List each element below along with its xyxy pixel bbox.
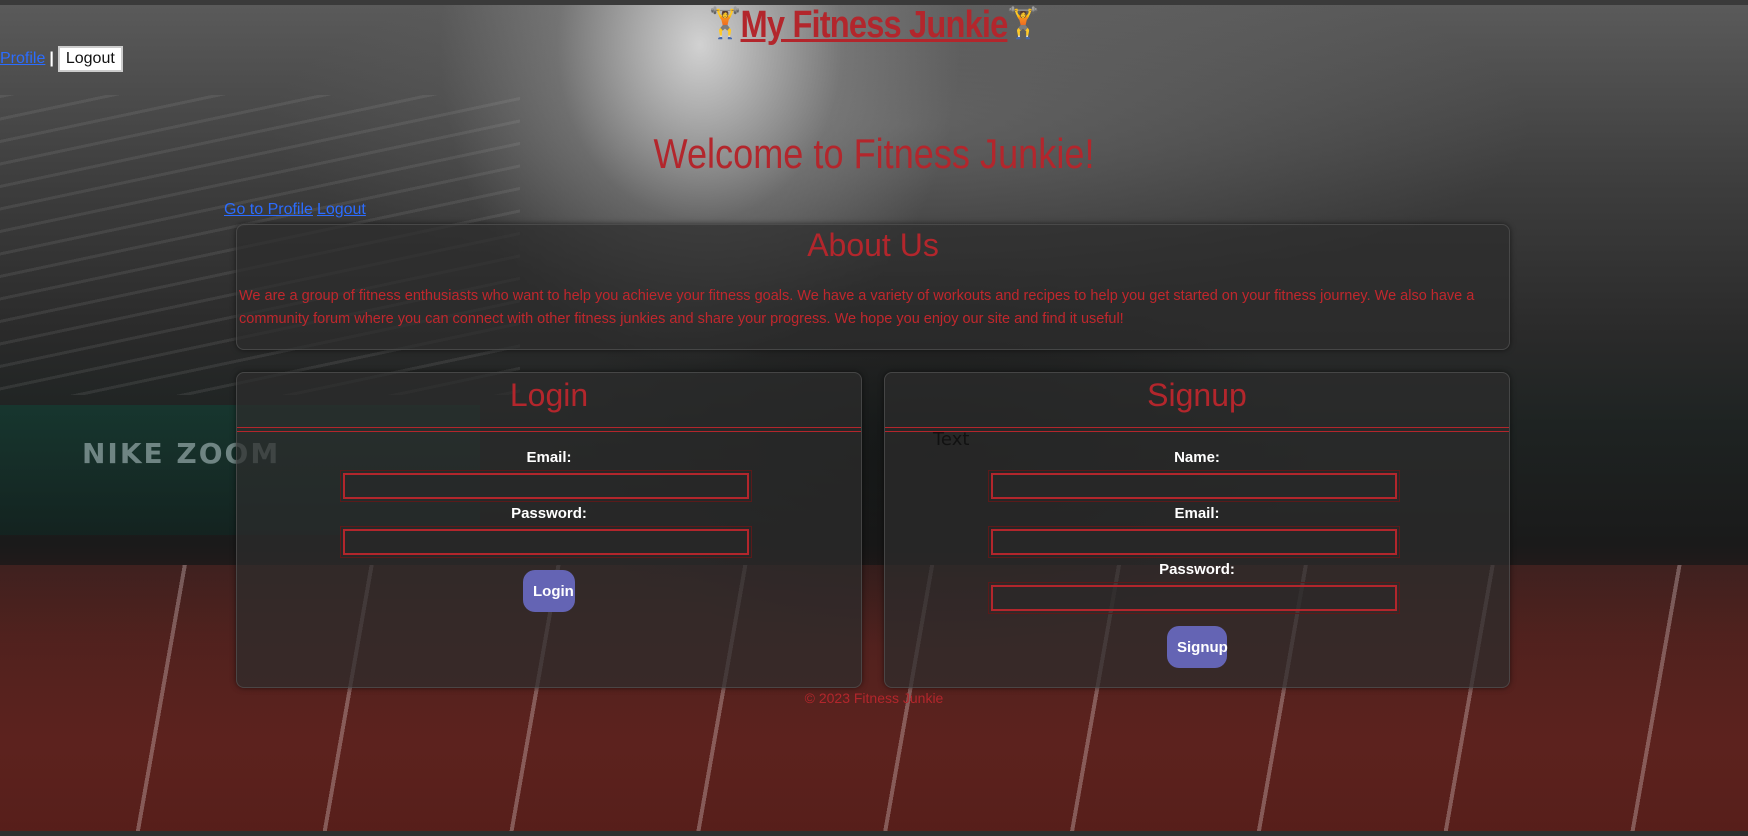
stray-text-label: Text bbox=[933, 429, 970, 450]
login-divider bbox=[237, 427, 861, 432]
go-to-profile-link[interactable]: Go to Profile bbox=[224, 201, 313, 218]
welcome-heading: Welcome to Fitness Junkie! bbox=[653, 130, 1095, 177]
signup-name-input[interactable] bbox=[988, 470, 1400, 502]
nav-separator: | bbox=[49, 50, 54, 68]
signup-password-input[interactable] bbox=[988, 582, 1400, 614]
nav-profile-link[interactable]: Profile bbox=[0, 50, 45, 67]
signup-button[interactable]: Signup bbox=[1167, 626, 1228, 668]
window-bottom-border bbox=[0, 831, 1748, 836]
login-password-input[interactable] bbox=[340, 526, 752, 558]
signup-email-label: Email: bbox=[1174, 505, 1220, 522]
weightlifter-icon: 🏋️ bbox=[709, 7, 741, 40]
about-heading: About Us bbox=[807, 227, 939, 263]
login-password-label: Password: bbox=[511, 505, 587, 522]
weightlifter-icon: 🏋️ bbox=[1007, 7, 1039, 40]
login-email-label: Email: bbox=[526, 449, 572, 466]
site-title-text[interactable]: My Fitness Junkie bbox=[741, 4, 1009, 46]
footer-copyright: © 2023 Fitness Junkie bbox=[804, 690, 944, 706]
nav-logout-button[interactable]: Logout bbox=[57, 46, 123, 72]
login-heading: Login bbox=[509, 377, 589, 413]
top-nav: Profile | Logout bbox=[0, 46, 123, 72]
signup-divider bbox=[885, 427, 1509, 432]
signup-name-label: Name: bbox=[1174, 449, 1220, 466]
signup-password-label: Password: bbox=[1159, 561, 1235, 578]
quick-links: Go to Profile Logout bbox=[224, 201, 370, 219]
about-section: About Us We are a group of fitness enthu… bbox=[236, 224, 1510, 350]
about-body: We are a group of fitness enthusiasts wh… bbox=[239, 288, 1475, 327]
signup-heading: Signup bbox=[1147, 377, 1247, 413]
signup-email-input[interactable] bbox=[988, 526, 1400, 558]
signup-form: Signup Text Name: Email: Password: Signu… bbox=[884, 372, 1510, 688]
quick-logout-link[interactable]: Logout bbox=[317, 201, 366, 218]
login-email-input[interactable] bbox=[340, 470, 752, 502]
login-button[interactable]: Login bbox=[523, 570, 575, 612]
site-title[interactable]: 🏋️My Fitness Junkie🏋️ bbox=[122, 4, 1625, 47]
login-form: Login Email: Password: Login bbox=[236, 372, 862, 688]
